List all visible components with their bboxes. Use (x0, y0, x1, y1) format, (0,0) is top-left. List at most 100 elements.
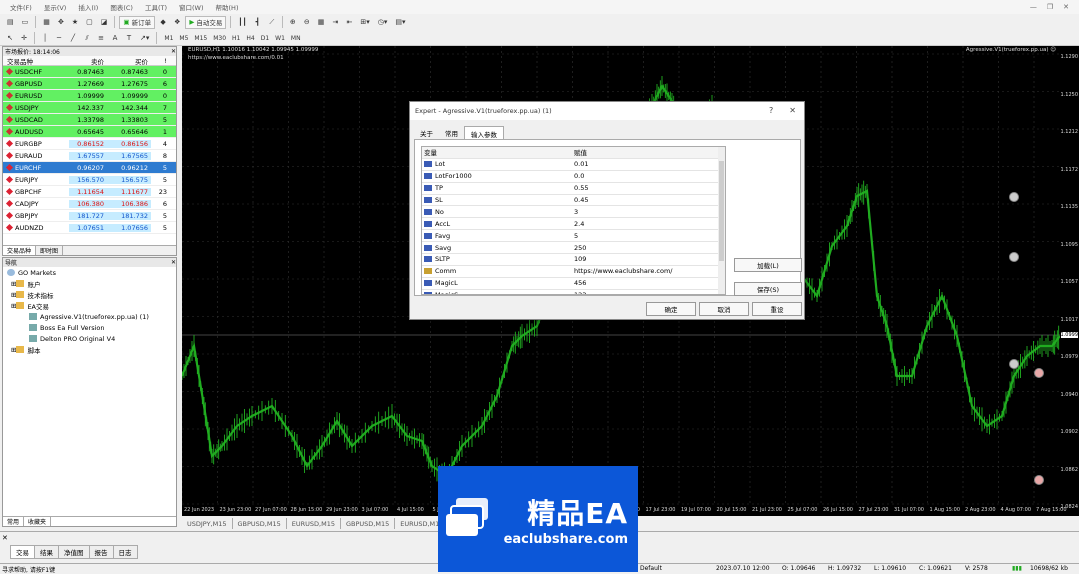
params-scrollbar[interactable] (718, 147, 725, 294)
market-row[interactable]: EURGBP 0.86152 0.86156 4 (3, 138, 176, 150)
ok-button[interactable]: 确定 (646, 302, 696, 316)
indicators-icon[interactable]: ⊞▾ (357, 16, 372, 29)
order-marker[interactable] (1009, 359, 1019, 369)
restore-icon[interactable]: ❐ (1047, 3, 1053, 11)
nav-item[interactable]: Agressive.V1(trueforex.pp.ua) (1) (3, 311, 176, 322)
metaeditor-icon[interactable]: ◆ (157, 16, 169, 29)
param-value[interactable]: 456 (570, 279, 725, 287)
param-row[interactable]: No 3 (422, 206, 725, 219)
chart-tab[interactable]: EURUSD,M15 (287, 518, 341, 529)
col-bid[interactable]: 卖价 (69, 56, 107, 66)
param-value[interactable]: 2.4 (570, 220, 725, 228)
close-icon[interactable]: ✕ (2, 534, 8, 542)
nav-item[interactable]: Delton PRO Original V4 (3, 333, 176, 344)
bar-chart-icon[interactable]: ┃┃ (235, 16, 249, 29)
menu-item[interactable]: 工具(T) (139, 2, 173, 12)
chart-tab[interactable]: GBPUSD,M15 (233, 518, 287, 529)
menu-item[interactable]: 窗口(W) (173, 2, 210, 12)
zoom-out-icon[interactable]: ⊖ (301, 16, 313, 29)
timeframe-button[interactable]: M1 (161, 35, 176, 42)
save-button[interactable]: 保存(S) (734, 282, 802, 296)
param-row[interactable]: MagicS123 (422, 290, 725, 294)
market-row[interactable]: USDCAD 1.33798 1.33803 5 (3, 114, 176, 126)
nav-item[interactable]: ⊞ 脚本 (3, 344, 176, 355)
col-ask[interactable]: 买价 (107, 56, 151, 66)
label-icon[interactable]: T (123, 32, 135, 45)
arrows-icon[interactable]: ↗▾ (137, 32, 152, 45)
close-icon[interactable]: ✕ (171, 48, 176, 55)
col-spread[interactable]: ! (151, 57, 171, 65)
market-row[interactable]: GBPJPY 181.727 181.732 5 (3, 210, 176, 222)
navigator-icon[interactable]: ★ (69, 16, 81, 29)
param-value[interactable]: 0.45 (570, 196, 725, 204)
menu-item[interactable]: 文件(F) (4, 2, 38, 12)
meta-icon[interactable]: ❖ (171, 16, 183, 29)
reset-button[interactable]: 重设 (752, 302, 802, 316)
param-row[interactable]: Savg 250 (422, 242, 725, 255)
zoom-in-icon[interactable]: ⊕ (287, 16, 299, 29)
tab-tick-chart[interactable]: 即时图 (36, 246, 64, 255)
autotrade-button[interactable]: ▶ 自动交易 (185, 15, 227, 29)
param-value[interactable]: 0.55 (570, 184, 725, 192)
minimize-icon[interactable]: — (1030, 3, 1037, 11)
param-value[interactable]: 109 (570, 255, 725, 263)
timeframe-button[interactable]: M15 (191, 35, 210, 42)
terminal-tab[interactable]: 交易 (10, 545, 35, 559)
param-row[interactable]: Comm https://www.eaclubshare.com/ (422, 266, 725, 278)
trendline-icon[interactable]: ╱ (67, 32, 79, 45)
market-watch-icon[interactable]: ▦ (40, 16, 53, 29)
timeframe-button[interactable]: M5 (176, 35, 191, 42)
cursor-icon[interactable]: ↖ (4, 32, 16, 45)
param-row[interactable]: AccL 2.4 (422, 218, 725, 231)
channel-icon[interactable]: ⫽ (81, 32, 93, 45)
param-value[interactable]: 123 (570, 291, 725, 294)
autoscroll-icon[interactable]: ⇥ (329, 16, 341, 29)
tab-common[interactable]: 常用 (3, 517, 25, 526)
vertical-line-icon[interactable]: │ (39, 32, 51, 45)
order-marker[interactable] (1034, 368, 1044, 378)
col-symbol[interactable]: 交易品种 (3, 56, 69, 66)
close-icon[interactable]: ✕ (171, 259, 176, 266)
timeframe-button[interactable]: W1 (272, 35, 288, 42)
profiles-icon[interactable]: ▭ (19, 16, 32, 29)
market-row[interactable]: EURJPY 156.570 156.575 5 (3, 174, 176, 186)
templates-icon[interactable]: ▤▾ (392, 16, 408, 29)
param-value[interactable]: 0.0 (570, 172, 725, 180)
param-row[interactable]: TP 0.55 (422, 183, 725, 195)
param-value[interactable]: https://www.eaclubshare.com/ (570, 267, 725, 275)
market-row[interactable]: EURCHF 0.96207 0.96212 5 (3, 162, 176, 174)
text-icon[interactable]: A (109, 32, 121, 45)
menu-item[interactable]: 插入(I) (72, 2, 104, 12)
param-value[interactable]: 3 (570, 208, 725, 216)
tab-symbols[interactable]: 交易品种 (3, 246, 37, 255)
timeframe-button[interactable]: H1 (229, 35, 243, 42)
timeframe-button[interactable]: M30 (210, 35, 229, 42)
close-icon[interactable]: ✕ (1063, 3, 1069, 11)
market-row[interactable]: CADJPY 106.380 106.386 6 (3, 198, 176, 210)
menu-item[interactable]: 显示(V) (38, 2, 73, 12)
param-row[interactable]: Lot 0.01 (422, 159, 725, 171)
terminal-tab[interactable]: 报告 (88, 545, 114, 559)
periods-icon[interactable]: ◷▾ (375, 16, 391, 29)
nav-item[interactable]: Boss Ea Full Version (3, 322, 176, 333)
load-button[interactable]: 加载(L) (734, 258, 802, 272)
market-row[interactable]: GBPCHF 1.11654 1.11677 23 (3, 186, 176, 198)
terminal-tab[interactable]: 结果 (34, 545, 59, 559)
order-marker[interactable] (1009, 192, 1019, 202)
market-row[interactable]: USDCHF 0.87463 0.87463 0 (3, 66, 176, 78)
terminal-icon[interactable]: ▢ (83, 16, 96, 29)
crosshair-icon[interactable]: ✛ (18, 32, 30, 45)
cancel-button[interactable]: 取消 (699, 302, 749, 316)
chart-tab[interactable]: USDJPY,M15 (182, 518, 233, 529)
param-value[interactable]: 0.01 (570, 160, 725, 168)
tile-icon[interactable]: ▦ (315, 16, 328, 29)
candle-chart-icon[interactable]: ┫ (252, 16, 264, 29)
market-row[interactable]: EURAUD 1.67557 1.67565 8 (3, 150, 176, 162)
param-value[interactable]: 5 (570, 232, 725, 240)
param-value[interactable]: 250 (570, 244, 725, 252)
order-marker[interactable] (1009, 252, 1019, 262)
nav-item[interactable]: ⊞ 技术指标 (3, 289, 176, 300)
shift-icon[interactable]: ⇤ (343, 16, 355, 29)
market-row[interactable]: AUDUSD 0.65645 0.65646 1 (3, 126, 176, 138)
timeframe-button[interactable]: H4 (243, 35, 257, 42)
